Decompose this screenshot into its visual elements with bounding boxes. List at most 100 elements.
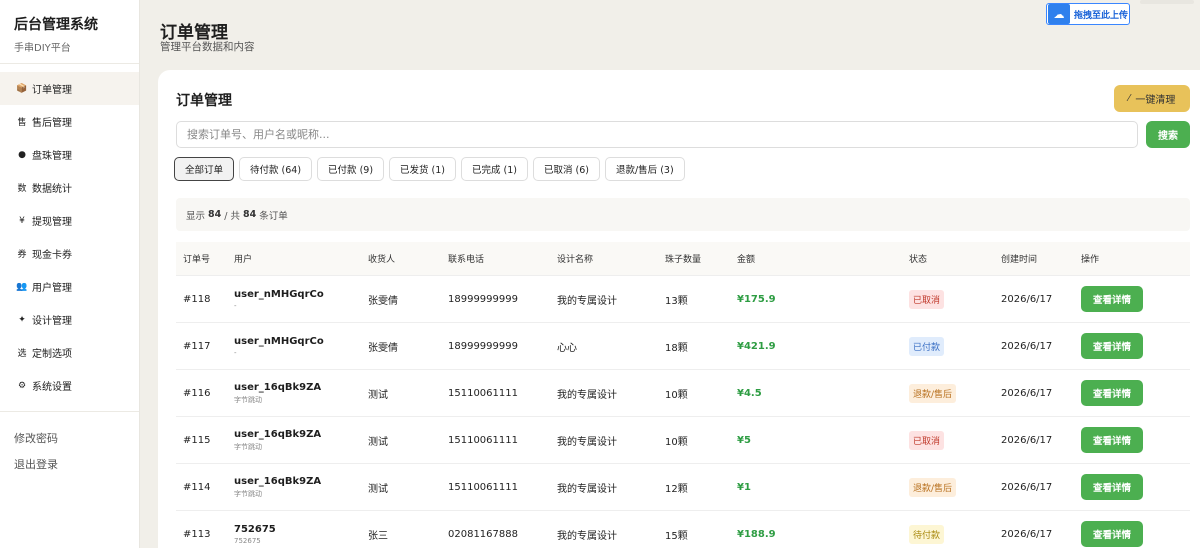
clear-all-button[interactable]: ⁄ 一键清理 [1114, 85, 1190, 112]
brand: 后台管理系统 手串DIY平台 [0, 0, 139, 64]
phone: 15110061111 [448, 387, 518, 399]
amount-cell: ¥421.9 [737, 341, 909, 352]
action-cell: 查看详情 [1081, 380, 1181, 406]
top-right-control[interactable] [1140, 0, 1194, 4]
tab-3[interactable]: 已发货 (1) [389, 157, 457, 181]
sidebar-item-0[interactable]: 📦 订单管理 [0, 72, 139, 105]
status-badge: 待付款 [909, 524, 945, 544]
sidebar-item-label: 现金卡券 [32, 250, 72, 261]
status-cell: 退款/售后 [909, 383, 1001, 403]
column-header: 创建时间 [1001, 255, 1038, 265]
brand-subtitle: 手串DIY平台 [14, 43, 71, 54]
receiver: 测试 [368, 389, 388, 401]
nav-item-icon: 售 [17, 118, 27, 128]
summary-prefix: 显示 [186, 210, 206, 222]
upload-badge[interactable]: ☁ 拖拽至此上传 [1046, 3, 1130, 25]
bead-count: 15颗 [665, 530, 688, 542]
summary-suffix: 条订单 [259, 210, 288, 222]
sidebar-item-8[interactable]: 选定制选项 [0, 336, 139, 369]
search-input[interactable] [176, 121, 1138, 148]
cloud-upload-icon: ☁ [1048, 4, 1070, 24]
tab-0[interactable]: 全部订单 [174, 157, 235, 181]
table-body: #118 user_nMHGqrCo - 张雯倩 18999999999 我的专属设计 13… [176, 276, 1190, 548]
sidebar-item-9[interactable]: ⚙ 系统设置 [0, 369, 139, 402]
sidebar-item-label: 数据统计 [32, 184, 72, 195]
view-detail-button[interactable]: 查看详情 [1081, 474, 1143, 500]
order-id: #117 [183, 340, 211, 352]
action-cell: 查看详情 [1081, 333, 1181, 359]
user-cell: user_16qBk9ZA 字节跳动 [234, 382, 368, 405]
sidebar-item-3[interactable]: 数数据统计 [0, 171, 139, 204]
bead-count: 13颗 [665, 295, 688, 307]
upload-badge-label: 拖拽至此上传 [1074, 10, 1129, 21]
amount-cell: ¥188.9 [737, 529, 909, 540]
tab-2[interactable]: 已付款 (9) [317, 157, 385, 181]
tab-4[interactable]: 已完成 (1) [461, 157, 528, 181]
sidebar-item-2[interactable]: ● 盘珠管理 [0, 138, 139, 171]
table-row: #113 752675 752675 张三 02081167888 我的专属设计 15颗 ¥1… [176, 511, 1190, 548]
receiver: 张雯倩 [368, 342, 398, 354]
sidebar-item-label: 系统设置 [32, 382, 72, 393]
logout-link[interactable]: 退出登录 [14, 456, 125, 482]
user-cell: user_nMHGqrCo - [234, 336, 368, 357]
view-detail-button[interactable]: 查看详情 [1081, 333, 1143, 359]
tab-5[interactable]: 已取消 (6) [533, 157, 600, 181]
tab-1[interactable]: 待付款 (64) [239, 157, 313, 181]
view-detail-button[interactable]: 查看详情 [1081, 380, 1143, 406]
user-name: user_16qBk9ZA [234, 475, 322, 487]
order-id: #114 [183, 481, 211, 493]
sidebar-item-1[interactable]: 售售后管理 [0, 105, 139, 138]
nav-item-icon: 👥 [16, 281, 28, 292]
status-badge: 已取消 [909, 430, 945, 450]
sidebar-nav: 📦 订单管理售售后管理 ● 盘珠管理数数据统计 ¥ 提现管理券现金卡券 👥 用户管理 ✦ 设计管理… [0, 64, 139, 402]
summary-total: 84 [242, 209, 257, 220]
page-subtitle: 管理平台数据和内容 [160, 41, 255, 53]
bead-count: 10颗 [665, 389, 688, 401]
status-badge: 退款/售后 [909, 383, 957, 403]
nav-item-icon: 📦 [16, 83, 28, 94]
sidebar-item-label: 定制选项 [32, 349, 72, 360]
tab-6[interactable]: 退款/售后 (3) [604, 157, 685, 181]
action-cell: 查看详情 [1081, 521, 1181, 547]
user-nickname: - [234, 301, 237, 310]
view-detail-button[interactable]: 查看详情 [1081, 521, 1143, 547]
action-cell: 查看详情 [1081, 474, 1181, 500]
status-cell: 已取消 [909, 430, 1001, 450]
sidebar-item-5[interactable]: 券现金卡券 [0, 237, 139, 270]
nav-item-icon: ⚙ [17, 380, 27, 391]
status-cell: 已付款 [909, 336, 1001, 356]
sidebar-item-label: 提现管理 [32, 217, 72, 228]
nav-item-icon: ✦ [18, 314, 26, 325]
nav-item-icon: 数 [17, 184, 27, 194]
sidebar-item-4[interactable]: ¥ 提现管理 [0, 204, 139, 237]
sidebar-item-7[interactable]: ✦ 设计管理 [0, 303, 139, 336]
view-detail-button[interactable]: 查看详情 [1081, 427, 1143, 453]
column-header: 订单号 [183, 255, 211, 265]
user-name: 752675 [234, 523, 276, 535]
column-header: 珠子数量 [665, 255, 702, 265]
change-password-link[interactable]: 修改密码 [14, 430, 125, 456]
phone: 18999999999 [448, 293, 518, 305]
user-nickname: 字节跳动 [234, 489, 262, 498]
search-button[interactable]: 搜索 [1146, 121, 1190, 148]
user-name: user_16qBk9ZA [234, 428, 322, 440]
table-row: #117 user_nMHGqrCo - 张雯倩 18999999999 心心 18颗 ¥42… [176, 323, 1190, 370]
user-cell: user_nMHGqrCo - [234, 289, 368, 310]
sidebar-item-label: 盘珠管理 [32, 151, 72, 162]
receiver: 测试 [368, 436, 388, 448]
pen-icon: ⁄ [1128, 93, 1131, 104]
amount-cell: ¥1 [737, 482, 909, 493]
user-nickname: 字节跳动 [234, 442, 262, 451]
created-date: 2026/6/17 [1001, 528, 1053, 540]
created-date: 2026/6/17 [1001, 340, 1053, 352]
user-nickname: 字节跳动 [234, 395, 262, 404]
user-cell: 752675 752675 [234, 524, 368, 545]
amount: ¥1 [737, 481, 751, 493]
table-header: 订单号 用户 收货人 联系电话 设计名称 珠子数量 金额 状态 创建时间 操作 [176, 242, 1190, 276]
view-detail-button[interactable]: 查看详情 [1081, 286, 1143, 312]
user-nickname: - [234, 348, 237, 357]
column-header: 收货人 [368, 255, 396, 265]
nav-item-icon: ¥ [19, 215, 25, 226]
sidebar-item-6[interactable]: 👥 用户管理 [0, 270, 139, 303]
card-title: 订单管理 [176, 93, 232, 109]
